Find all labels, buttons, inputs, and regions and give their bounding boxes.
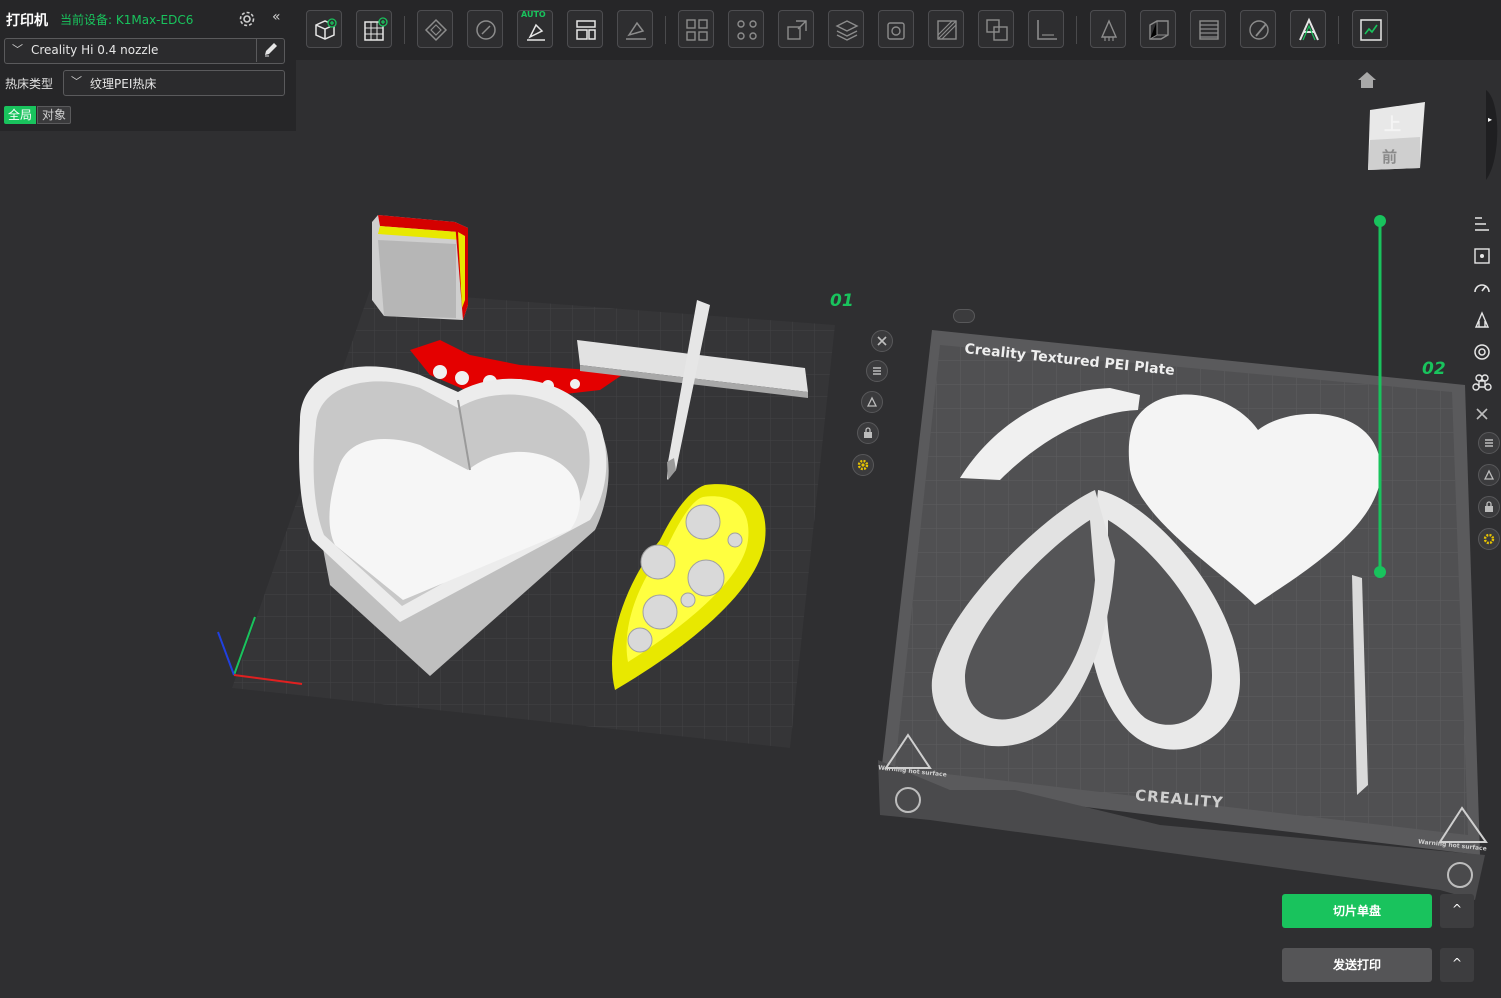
plate-gear-icon[interactable] <box>852 454 874 476</box>
toolbar-separator <box>1076 16 1077 44</box>
measure-icon[interactable] <box>1028 10 1064 48</box>
scale-icon[interactable] <box>778 10 814 48</box>
support-paint-icon[interactable] <box>1090 10 1126 48</box>
printer-settings-gear-icon[interactable] <box>238 10 256 28</box>
hollow-icon[interactable] <box>878 10 914 48</box>
view-cube-front-label[interactable]: 前 <box>1382 146 1397 167</box>
expand-sidebar-icon[interactable]: ▸ <box>1488 115 1492 124</box>
toolbar-separator <box>404 16 405 44</box>
current-device-label[interactable]: 当前设备: K1Max-EDC6 <box>60 11 193 28</box>
toolbar-separator <box>1338 16 1339 44</box>
edit-profile-button[interactable] <box>256 38 284 62</box>
prime-tower-model <box>372 215 468 320</box>
printer-panel-title: 打印机 <box>6 13 48 29</box>
close-icon[interactable] <box>1470 402 1494 426</box>
main-toolbar: AUTO <box>296 0 1501 60</box>
toolbar-separator <box>665 16 666 44</box>
arrange-icon[interactable] <box>467 10 503 48</box>
split-objects-icon[interactable] <box>728 10 764 48</box>
send-print-button[interactable]: 发送打印 <box>1282 948 1432 982</box>
target-icon[interactable] <box>1470 340 1494 364</box>
send-options-caret[interactable]: ^ <box>1440 948 1474 982</box>
layer-stack-icon[interactable] <box>828 10 864 48</box>
plate-02-lock-icon[interactable] <box>1478 496 1500 518</box>
plate-02-settings-icon[interactable] <box>1478 432 1500 454</box>
view-cube-top-label[interactable]: 上 <box>1384 110 1401 135</box>
add-plate-icon[interactable] <box>356 10 392 48</box>
boolean-icon[interactable] <box>978 10 1014 48</box>
scene-canvas[interactable] <box>0 60 1501 998</box>
support-view-icon[interactable] <box>1470 308 1494 332</box>
variable-layer-icon[interactable] <box>1140 10 1176 48</box>
slice-options-caret[interactable]: ^ <box>1440 894 1474 928</box>
lock-plate-icon[interactable] <box>857 422 879 444</box>
plate-02-arrange-icon[interactable] <box>1478 464 1500 486</box>
auto-place-icon[interactable]: AUTO <box>517 10 553 48</box>
plate-settings-icon[interactable] <box>866 360 888 382</box>
add-object-icon[interactable] <box>306 10 342 48</box>
collapse-panel-icon[interactable]: « <box>272 9 281 25</box>
speed-gauge-icon[interactable] <box>1470 276 1494 300</box>
command-icon[interactable] <box>1470 372 1494 396</box>
home-view-icon[interactable] <box>1356 70 1378 90</box>
text-icon[interactable] <box>1290 10 1326 48</box>
assembly-icon[interactable] <box>1190 10 1226 48</box>
plate-02-gear-icon[interactable] <box>1478 528 1500 550</box>
preview-icon[interactable] <box>1352 10 1388 48</box>
layers-view-icon[interactable] <box>1470 212 1494 236</box>
arrange-grid-icon[interactable] <box>678 10 714 48</box>
plate-02-number[interactable]: 02 <box>1422 359 1446 379</box>
3d-viewport[interactable]: 01 02 Creality Textured PEI Plate CREALI… <box>0 60 1501 998</box>
color-paint-icon[interactable] <box>1240 10 1276 48</box>
slice-plate-button[interactable]: 切片单盘 <box>1282 894 1432 928</box>
auto-orient-icon[interactable] <box>417 10 453 48</box>
chevron-down-icon: ﹀ <box>12 43 23 56</box>
auto-arrange-plate-icon[interactable] <box>861 391 883 413</box>
plate-02-edit-icon[interactable] <box>953 309 975 323</box>
split-layout-icon[interactable] <box>567 10 603 48</box>
close-plate-icon[interactable] <box>871 330 893 352</box>
face-place-icon[interactable] <box>617 10 653 48</box>
nozzle-profile-value: Creality Hi 0.4 nozzle <box>31 43 159 57</box>
cut-icon[interactable] <box>928 10 964 48</box>
plate-01-number[interactable]: 01 <box>830 291 854 311</box>
bounding-box-icon[interactable] <box>1470 244 1494 268</box>
